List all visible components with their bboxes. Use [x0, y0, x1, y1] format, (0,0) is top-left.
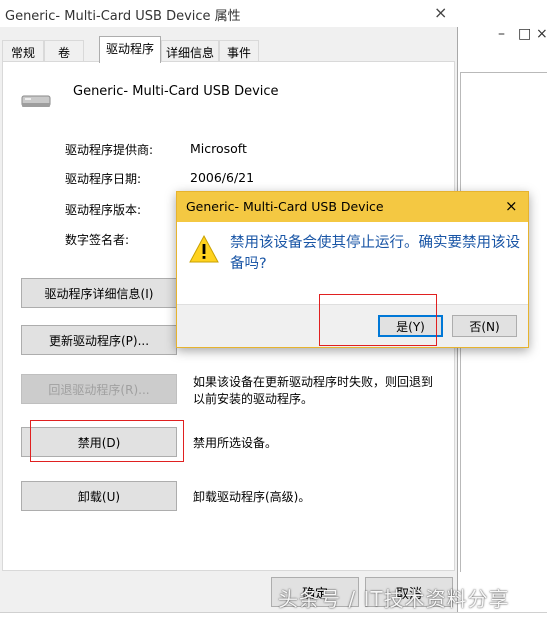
warning-icon — [188, 234, 220, 267]
tab-strip: 常规 卷 驱动程序 详细信息 事件 — [0, 36, 458, 63]
maximize-icon[interactable]: □ — [518, 26, 531, 42]
window-title: Generic- Multi-Card USB Device 属性 — [5, 9, 241, 24]
tab-general[interactable]: 常规 — [2, 40, 44, 62]
uninstall-driver-button[interactable]: 卸载(U) — [21, 481, 177, 511]
update-driver-button[interactable]: 更新驱动程序(P)... — [21, 325, 177, 355]
driver-date-label: 驱动程序日期: — [65, 172, 142, 186]
uninstall-description: 卸载驱动程序(高级)。 — [193, 490, 311, 504]
no-button[interactable]: 否(N) — [452, 315, 517, 337]
watermark: 头条号 / IT技术资料分享 — [278, 587, 510, 611]
dialog-title: Generic- Multi-Card USB Device — [186, 199, 384, 214]
dialog-title-bar: Generic- Multi-Card USB Device × — [177, 192, 528, 222]
dialog-message: 禁用该设备会使其停止运行。确实要禁用该设备吗? — [230, 235, 520, 272]
tab-details[interactable]: 详细信息 — [161, 40, 219, 62]
tab-label: 常规 — [10, 46, 35, 60]
minimize-icon[interactable]: – — [498, 26, 505, 42]
close-icon[interactable]: × — [536, 26, 547, 42]
close-icon[interactable]: × — [434, 3, 447, 22]
driver-date-value: 2006/6/21 — [190, 170, 255, 185]
close-icon[interactable]: × — [505, 197, 518, 215]
device-name: Generic- Multi-Card USB Device — [73, 84, 279, 99]
disable-description: 禁用所选设备。 — [193, 436, 278, 450]
tab-label: 驱动程序 — [105, 42, 154, 56]
tab-events[interactable]: 事件 — [219, 40, 259, 62]
digital-signer-label: 数字签名者: — [65, 233, 130, 247]
tab-label: 事件 — [226, 46, 251, 60]
dialog-footer: 是(Y) 否(N) — [177, 304, 528, 347]
rollback-description: 如果该设备在更新驱动程序时失败，则回退到以前安装的驱动程序。 — [193, 375, 434, 406]
tab-label: 卷 — [57, 46, 70, 60]
tab-volume[interactable]: 卷 — [44, 40, 84, 62]
usb-card-reader-icon — [21, 94, 51, 113]
title-bar: Generic- Multi-Card USB Device 属性 × — [0, 0, 458, 27]
taskbar-edge — [0, 612, 547, 619]
confirm-disable-dialog: Generic- Multi-Card USB Device × 禁用该设备会使… — [176, 191, 529, 348]
rollback-driver-button: 回退驱动程序(R)... — [21, 374, 177, 404]
driver-provider-label: 驱动程序提供商: — [65, 143, 154, 157]
driver-version-label: 驱动程序版本: — [65, 203, 142, 217]
tab-label: 详细信息 — [165, 46, 214, 60]
tab-driver[interactable]: 驱动程序 — [99, 36, 161, 63]
yes-button[interactable]: 是(Y) — [378, 315, 443, 337]
disable-device-button[interactable]: 禁用(D) — [21, 427, 177, 457]
driver-provider-value: Microsoft — [190, 141, 247, 156]
driver-details-button[interactable]: 驱动程序详细信息(I) — [21, 278, 177, 308]
